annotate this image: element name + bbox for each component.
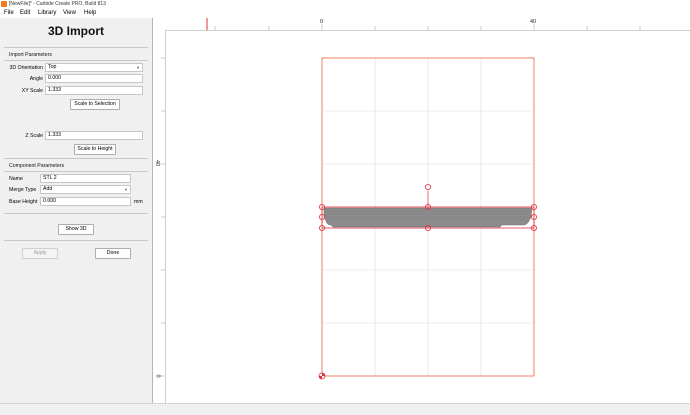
base-height-field[interactable]: 0.000 [40, 197, 131, 206]
show-3d-button[interactable]: Show 3D [58, 224, 94, 235]
menu-help[interactable]: Help [84, 10, 96, 16]
divider [4, 213, 148, 214]
base-height-label: Base Height [9, 199, 38, 205]
resize-handle-right[interactable] [530, 213, 537, 220]
xy-scale-label: XY Scale [21, 88, 43, 94]
base-height-unit: mm [134, 199, 143, 205]
name-label: Name [9, 176, 23, 182]
z-scale-field[interactable]: 1.333 [45, 131, 143, 140]
app-icon [1, 1, 7, 7]
rotate-handle[interactable] [424, 183, 431, 190]
title-bar: [NewFile]* - Carbide Create PRO, Build 8… [0, 0, 690, 9]
horizontal-ruler[interactable]: 0 40 [153, 18, 690, 31]
orientation-value: Top [48, 64, 57, 70]
angle-label: Angle [29, 76, 43, 82]
resize-handle-top[interactable] [424, 203, 431, 210]
merge-type-value: Add [43, 186, 53, 192]
chevron-down-icon: ▼ [136, 65, 140, 70]
menu-bar: File Edit Library View Help [0, 9, 690, 18]
origin-marker-icon [318, 372, 326, 380]
scale-to-selection-button[interactable]: Scale to Selection [70, 99, 120, 110]
menu-view[interactable]: View [63, 10, 76, 16]
merge-type-label: Merge Type [9, 187, 37, 193]
divider [4, 240, 148, 241]
h-ruler-label-0: 0 [320, 19, 324, 25]
scale-to-height-button[interactable]: Scale to Height [74, 144, 116, 155]
import-panel: 3D Import Import Parameters 3D Orientati… [0, 18, 153, 403]
vertical-ruler[interactable]: 40 0 [153, 30, 166, 403]
divider [4, 47, 148, 48]
z-scale-label: Z Scale [25, 133, 43, 139]
window-title: [NewFile]* - Carbide Create PRO, Build 8… [9, 1, 106, 7]
component-parameters-heading: Component Parameters [9, 163, 65, 169]
canvas-drawing[interactable] [153, 18, 690, 403]
status-bar [0, 403, 690, 415]
menu-edit[interactable]: Edit [20, 10, 30, 16]
xy-scale-field[interactable]: 1.333 [45, 86, 143, 95]
design-canvas[interactable] [153, 18, 690, 403]
menu-file[interactable]: File [4, 10, 14, 16]
panel-title: 3D Import [47, 24, 104, 38]
resize-handle-top-left[interactable] [318, 203, 325, 210]
divider [4, 171, 148, 172]
menu-library[interactable]: Library [38, 10, 56, 16]
h-ruler-label-40: 40 [530, 19, 537, 25]
angle-field[interactable]: 0.000 [45, 74, 143, 83]
import-parameters-heading: Import Parameters [9, 52, 52, 58]
divider [4, 60, 148, 61]
horizontal-ruler-ticks [206, 18, 641, 30]
resize-handle-bottom[interactable] [424, 224, 431, 231]
done-button[interactable]: Done [95, 248, 131, 259]
name-field[interactable]: STL 2 [40, 174, 131, 183]
merge-type-select[interactable]: Add ▼ [40, 185, 131, 194]
orientation-label: 3D Orientation [9, 65, 43, 71]
resize-handle-top-right[interactable] [530, 203, 537, 210]
chevron-down-icon: ▼ [124, 187, 128, 192]
v-ruler-label-40: 40 [154, 159, 161, 167]
resize-handle-bottom-left[interactable] [318, 224, 325, 231]
orientation-select[interactable]: Top ▼ [45, 63, 143, 72]
resize-handle-bottom-right[interactable] [530, 224, 537, 231]
divider [4, 158, 148, 159]
resize-handle-left[interactable] [318, 213, 325, 220]
vertical-ruler-ticks [159, 57, 165, 377]
v-ruler-label-0: 0 [154, 374, 161, 378]
apply-button[interactable]: Apply [22, 248, 58, 259]
